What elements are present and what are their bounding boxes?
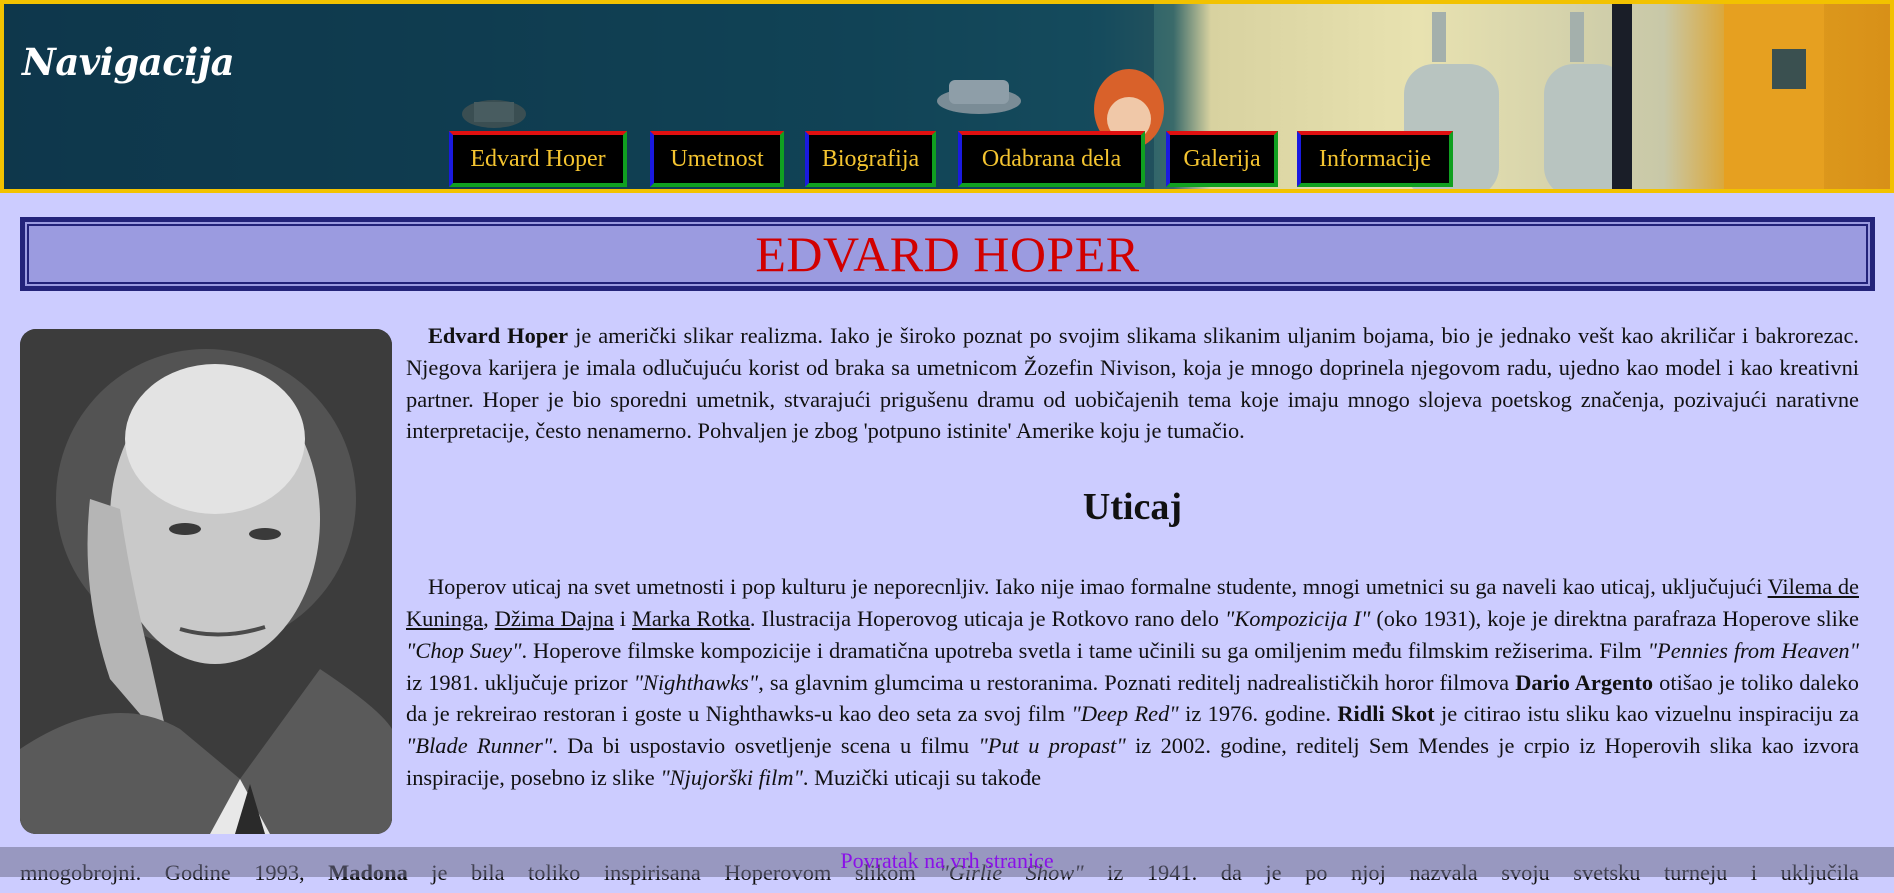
nav-item-umetnost[interactable]: Umetnost bbox=[650, 131, 784, 187]
nav-item-informacije[interactable]: Informacije bbox=[1297, 131, 1453, 187]
section-heading-uticaj: Uticaj bbox=[1082, 486, 1183, 529]
link-mark-rotko[interactable]: Marka Rotka bbox=[632, 606, 750, 631]
link-dzim-dajn[interactable]: Džima Dajna bbox=[495, 606, 614, 631]
nav-item-galerija[interactable]: Galerija bbox=[1166, 131, 1278, 187]
back-to-top-link[interactable]: Povratak na vrh stranice bbox=[0, 848, 1894, 874]
page-title-box: EDVARD HOPER bbox=[20, 217, 1875, 291]
nav-item-odabrana-dela[interactable]: Odabrana dela bbox=[958, 131, 1145, 187]
portrait-image bbox=[20, 329, 392, 834]
nav-heading: Navigacija bbox=[22, 40, 235, 84]
intro-paragraph: Edvard Hoper je američki slikar realizma… bbox=[406, 323, 1859, 444]
article-content: Edvard Hoper je američki slikar realizma… bbox=[406, 320, 1859, 794]
intro-bold: Edvard Hoper bbox=[428, 323, 569, 348]
banner-painting bbox=[4, 4, 1890, 189]
header-banner: Navigacija bbox=[0, 0, 1894, 193]
influence-paragraph: Hoperov uticaj na svet umetnosti i pop k… bbox=[406, 574, 1859, 790]
nav-item-edvard-hoper[interactable]: Edvard Hoper bbox=[449, 131, 627, 187]
page-title: EDVARD HOPER bbox=[755, 226, 1140, 282]
nav-item-biografija[interactable]: Biografija bbox=[805, 131, 936, 187]
